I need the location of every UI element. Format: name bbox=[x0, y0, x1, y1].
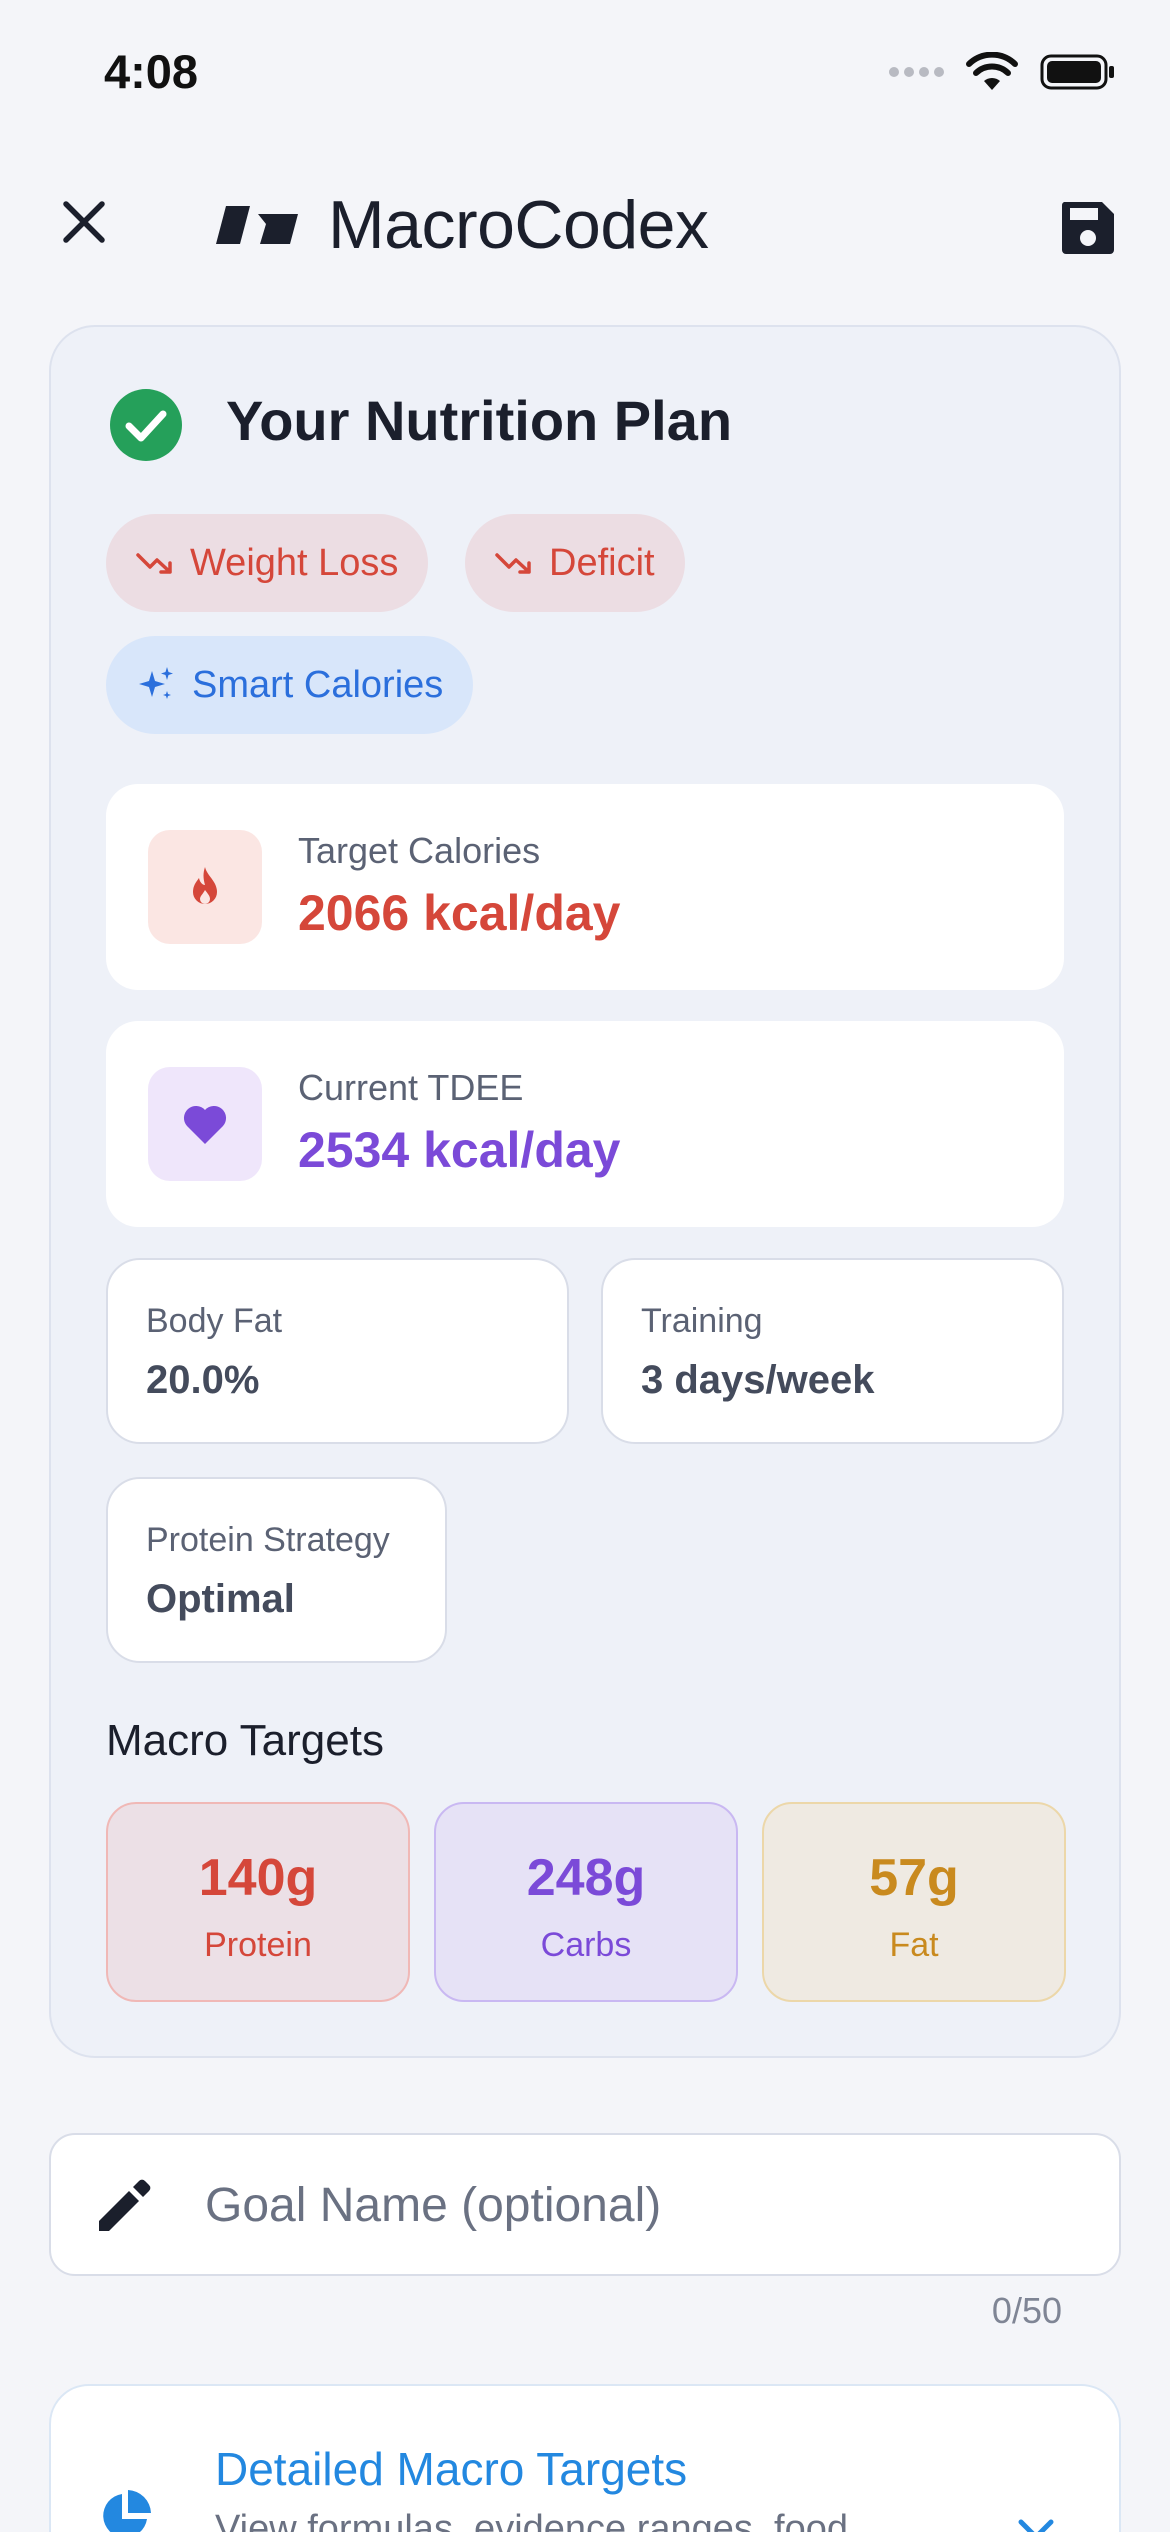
current-tdee-card: Current TDEE 2534 kcal/day bbox=[106, 1021, 1064, 1227]
macro-label: Carbs bbox=[540, 1926, 632, 1964]
pie-chart-icon bbox=[103, 2490, 151, 2532]
app-title: MacroCodex bbox=[328, 187, 709, 263]
macro-value: 140g bbox=[198, 1849, 318, 1907]
detailed-macro-targets-title: Detailed Macro Targets bbox=[215, 2443, 688, 2495]
macro-value: 248g bbox=[526, 1849, 646, 1907]
pencil-icon bbox=[99, 2179, 151, 2231]
macro-fat-card: 57g Fat bbox=[762, 1802, 1066, 2002]
chevron-down-icon bbox=[1018, 2519, 1054, 2532]
chip-label: Weight Loss bbox=[190, 541, 399, 584]
protein-strategy-value: Optimal bbox=[146, 1577, 295, 1621]
training-label: Training bbox=[641, 1302, 763, 1340]
plan-title: Your Nutrition Plan bbox=[226, 389, 733, 452]
body-fat-label: Body Fat bbox=[146, 1302, 283, 1340]
sparkles-icon bbox=[139, 667, 173, 699]
brand: MacroCodex bbox=[214, 186, 709, 264]
detailed-macro-targets-section[interactable]: Detailed Macro Targets View formulas, ev… bbox=[49, 2384, 1121, 2532]
flame-icon bbox=[148, 830, 262, 944]
close-button[interactable] bbox=[52, 190, 116, 254]
macro-carbs-card: 248g Carbs bbox=[434, 1802, 738, 2002]
training-value: 3 days/week bbox=[641, 1358, 875, 1402]
macro-protein-card: 140g Protein bbox=[106, 1802, 410, 2002]
battery-icon bbox=[1040, 54, 1114, 90]
target-calories-card: Target Calories 2066 kcal/day bbox=[106, 784, 1064, 990]
close-icon bbox=[63, 201, 105, 243]
chip-deficit: Deficit bbox=[465, 514, 685, 612]
macro-label: Protein bbox=[204, 1926, 312, 1964]
check-circle-icon bbox=[110, 389, 182, 461]
chip-label: Smart Calories bbox=[192, 663, 444, 706]
goal-name-input[interactable] bbox=[205, 2165, 1085, 2245]
heart-icon bbox=[148, 1067, 262, 1181]
macro-label: Fat bbox=[889, 1926, 939, 1964]
body-fat-card: Body Fat 20.0% bbox=[106, 1258, 569, 1444]
wifi-icon bbox=[966, 52, 1018, 90]
goal-name-field[interactable] bbox=[49, 2133, 1121, 2276]
save-icon bbox=[1061, 202, 1114, 254]
training-card: Training 3 days/week bbox=[601, 1258, 1064, 1444]
save-button[interactable] bbox=[1050, 190, 1126, 266]
target-calories-value: 2066 kcal/day bbox=[298, 885, 621, 941]
trending-down-icon bbox=[495, 553, 531, 574]
protein-strategy-card: Protein Strategy Optimal bbox=[106, 1477, 447, 1663]
cellular-signal-icon bbox=[889, 67, 944, 77]
goal-name-char-count: 0/50 bbox=[991, 2290, 1062, 2331]
protein-strategy-label: Protein Strategy bbox=[146, 1521, 390, 1559]
status-icons bbox=[889, 52, 1116, 92]
current-tdee-label: Current TDEE bbox=[298, 1067, 524, 1108]
chip-weight-loss: Weight Loss bbox=[106, 514, 429, 612]
status-time: 4:08 bbox=[104, 45, 199, 98]
macro-targets-title: Macro Targets bbox=[106, 1716, 384, 1765]
current-tdee-value: 2534 kcal/day bbox=[298, 1122, 621, 1178]
target-calories-label: Target Calories bbox=[298, 830, 541, 871]
macro-value: 57g bbox=[869, 1849, 959, 1907]
macrocodex-logo-icon bbox=[216, 206, 298, 244]
detailed-macro-targets-subtitle: View formulas, evidence ranges, food bbox=[215, 2508, 848, 2532]
body-fat-value: 20.0% bbox=[146, 1358, 260, 1402]
chip-label: Deficit bbox=[549, 541, 655, 584]
trending-down-icon bbox=[136, 553, 172, 574]
chip-smart-calories: Smart Calories bbox=[106, 636, 474, 734]
